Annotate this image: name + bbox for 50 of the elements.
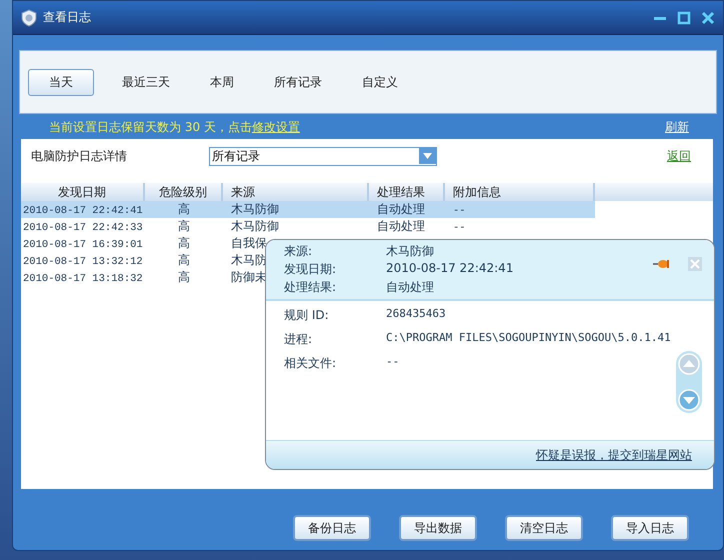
field-label: 处理结果:: [284, 279, 338, 296]
table-cell: 自我保: [231, 236, 267, 250]
back-link[interactable]: 返回: [667, 148, 691, 164]
shield-icon: [21, 8, 37, 26]
action-button[interactable]: 清空日志: [505, 515, 583, 541]
field-label: 来源:: [284, 243, 314, 260]
close-icon[interactable]: [701, 10, 715, 24]
table-cell: 自动处理: [377, 219, 425, 233]
filter-dropdown[interactable]: 所有记录: [209, 146, 437, 166]
field-value: 268435463: [386, 307, 447, 322]
table-cell: 高: [178, 270, 190, 284]
field-value: --: [386, 355, 400, 370]
table-cell: 木马防御: [231, 202, 279, 216]
retention-notice: 当前设置日志保留天数为 30 天，点击修改设置: [49, 119, 300, 136]
table-cell: 高: [178, 202, 190, 216]
table-cell: 高: [178, 236, 190, 250]
table-cell: --: [453, 222, 466, 234]
table-cell: --: [453, 205, 466, 217]
tab[interactable]: 当天: [28, 68, 94, 96]
table-cell: 高: [178, 253, 190, 267]
tab[interactable]: 自定义: [350, 68, 410, 96]
field-label: 发现日期:: [284, 261, 338, 278]
field-value: 2010-08-17 22:42:41: [386, 261, 514, 277]
field-label: 进程:: [284, 331, 314, 346]
table-cell: 高: [178, 219, 190, 233]
action-button[interactable]: 导出数据: [399, 515, 477, 541]
table-row[interactable]: 2010-08-17 22:42:33 高 木马防御 自动处理 --: [21, 218, 595, 235]
action-button[interactable]: 导入日志: [611, 515, 689, 541]
field-value: 自动处理: [386, 279, 435, 296]
tab[interactable]: 所有记录: [262, 68, 334, 96]
selected-table-row[interactable]: 2010-08-17 22:42:41 高 木马防御 自动处理 --: [21, 201, 595, 218]
pin-icon[interactable]: [652, 259, 670, 269]
section-title: 电脑防护日志详情: [31, 148, 128, 164]
table-cell: 2010-08-17 13:32:12: [23, 256, 143, 268]
window-title: 查看日志: [43, 9, 91, 26]
table-cell: 2010-08-17 13:18:32: [23, 273, 143, 285]
table-cell: 2010-08-17 16:39:01: [23, 239, 143, 251]
field-label: 规则 ID:: [284, 307, 330, 322]
table-cell: 2010-08-17 22:42:41: [23, 205, 143, 217]
table-cell: 木马防御: [231, 219, 279, 233]
table-cell: 自动处理: [377, 202, 425, 216]
field-value: C:\PROGRAM FILES\SOGOUPINYIN\SOGOU\5.0.1.41: [386, 331, 672, 346]
action-button[interactable]: 备份日志: [293, 515, 371, 541]
refresh-link[interactable]: 刷新: [665, 119, 689, 136]
tab[interactable]: 本周: [198, 68, 246, 96]
table-cell: 2010-08-17 22:42:33: [23, 222, 143, 234]
maximize-icon[interactable]: [677, 10, 691, 24]
field-value: 木马防御: [386, 243, 435, 260]
tab[interactable]: 最近三天: [110, 68, 182, 96]
field-label: 相关文件:: [284, 355, 338, 370]
